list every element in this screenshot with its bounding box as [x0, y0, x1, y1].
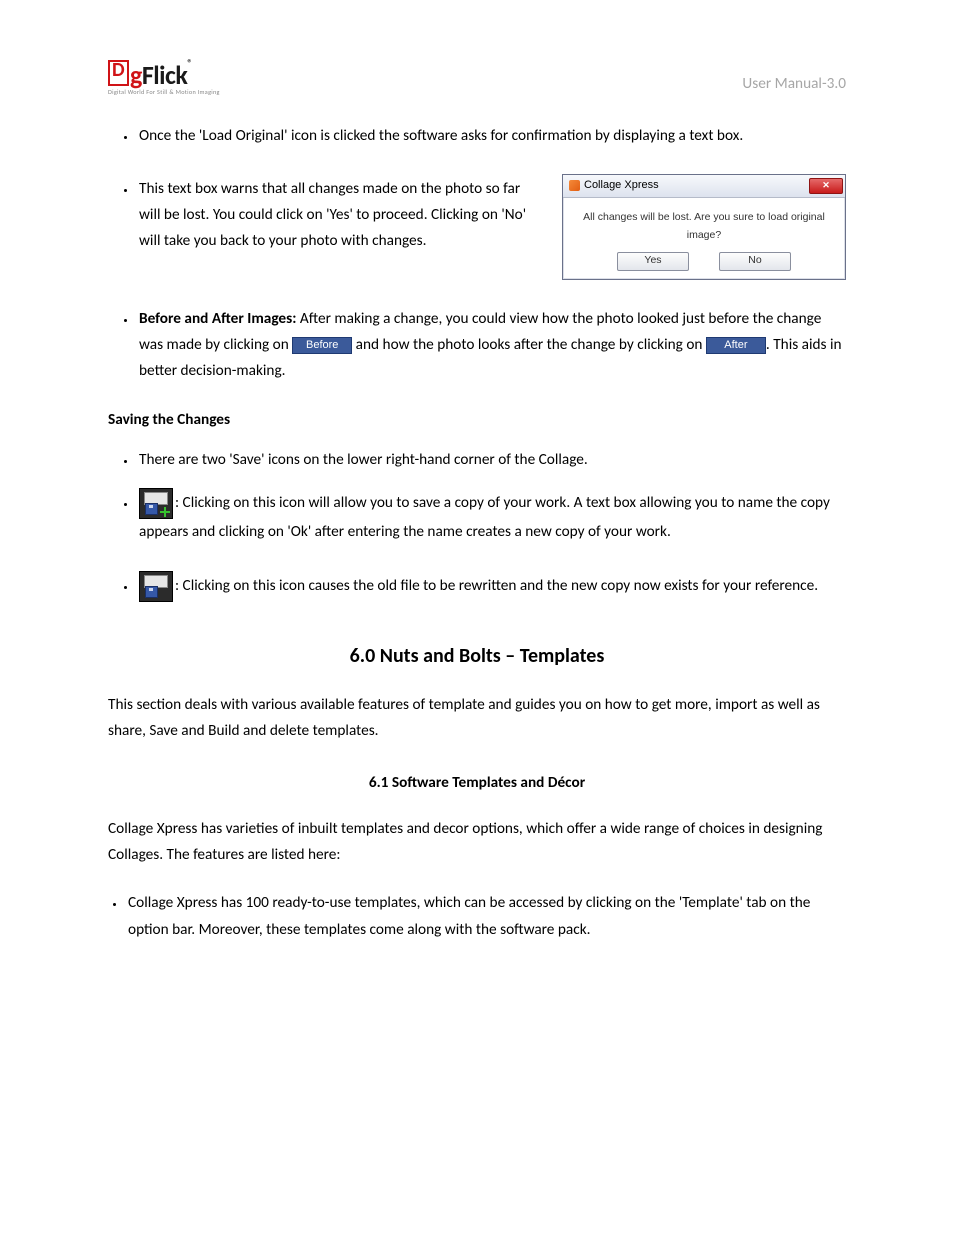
save-as-icon[interactable] — [139, 488, 173, 519]
list-item: This text box warns that all changes mad… — [137, 176, 846, 280]
close-icon[interactable]: ✕ — [809, 178, 843, 194]
list-item: There are two 'Save' icons on the lower … — [137, 447, 846, 473]
logo-g: g — [130, 59, 142, 91]
saving-heading: Saving the Changes — [108, 410, 846, 429]
section-6-intro: This section deals with various availabl… — [108, 692, 846, 745]
bullet-text: : Clicking on this icon will allow you t… — [139, 493, 830, 541]
save-icon[interactable] — [139, 571, 173, 602]
list-item: Collage Xpress has 100 ready-to-use temp… — [126, 890, 846, 943]
bullet-list-1: Once the 'Load Original' icon is clicked… — [108, 123, 846, 384]
app-icon — [569, 180, 580, 191]
logo-tagline: Digital World For Still & Motion Imaging — [108, 89, 220, 95]
list-item: Once the 'Load Original' icon is clicked… — [137, 123, 846, 149]
list-item: : Clicking on this icon causes the old f… — [137, 571, 846, 602]
page-header: gFlick® Digital World For Still & Motion… — [108, 58, 846, 95]
bullet-list-6-1: Collage Xpress has 100 ready-to-use temp… — [108, 890, 846, 943]
bullet-text: Collage Xpress has 100 ready-to-use temp… — [128, 893, 810, 938]
bullet-text: : Clicking on this icon causes the old f… — [175, 576, 818, 595]
bullet-text: Once the 'Load Original' icon is clicked… — [139, 126, 743, 145]
text-b: and how the photo looks after the change… — [352, 335, 706, 354]
yes-button[interactable]: Yes — [617, 252, 689, 271]
dialog-buttons: Yes No — [563, 252, 845, 279]
logo-rest: Flick — [142, 59, 188, 91]
bullet-text: This text box warns that all changes mad… — [139, 176, 540, 255]
after-button[interactable]: After — [706, 337, 766, 354]
section-6-1-title: 6.1 Software Templates and Décor — [108, 773, 846, 792]
section-6-title: 6.0 Nuts and Bolts – Templates — [108, 644, 846, 668]
logo-d-icon — [108, 60, 129, 86]
before-after-lead: Before and After Images: — [139, 309, 296, 328]
dialog-titlebar: Collage Xpress ✕ — [563, 175, 845, 198]
logo-registered: ® — [187, 56, 192, 69]
dialog-message: All changes will be lost. Are you sure t… — [563, 198, 845, 252]
brand-logo: gFlick® Digital World For Still & Motion… — [108, 58, 220, 95]
confirmation-dialog: Collage Xpress ✕ All changes will be los… — [562, 174, 846, 280]
no-button[interactable]: No — [719, 252, 791, 271]
page: gFlick® Digital World For Still & Motion… — [0, 0, 954, 1235]
section-6-1-intro: Collage Xpress has varieties of inbuilt … — [108, 816, 846, 869]
list-item: Before and After Images: After making a … — [137, 306, 846, 385]
version-label: User Manual-3.0 — [742, 74, 846, 93]
bullet-list-saving: There are two 'Save' icons on the lower … — [108, 447, 846, 602]
list-item: : Clicking on this icon will allow you t… — [137, 488, 846, 545]
bullet-text: There are two 'Save' icons on the lower … — [139, 450, 588, 469]
dialog-title: Collage Xpress — [584, 176, 659, 195]
before-button[interactable]: Before — [292, 337, 352, 354]
